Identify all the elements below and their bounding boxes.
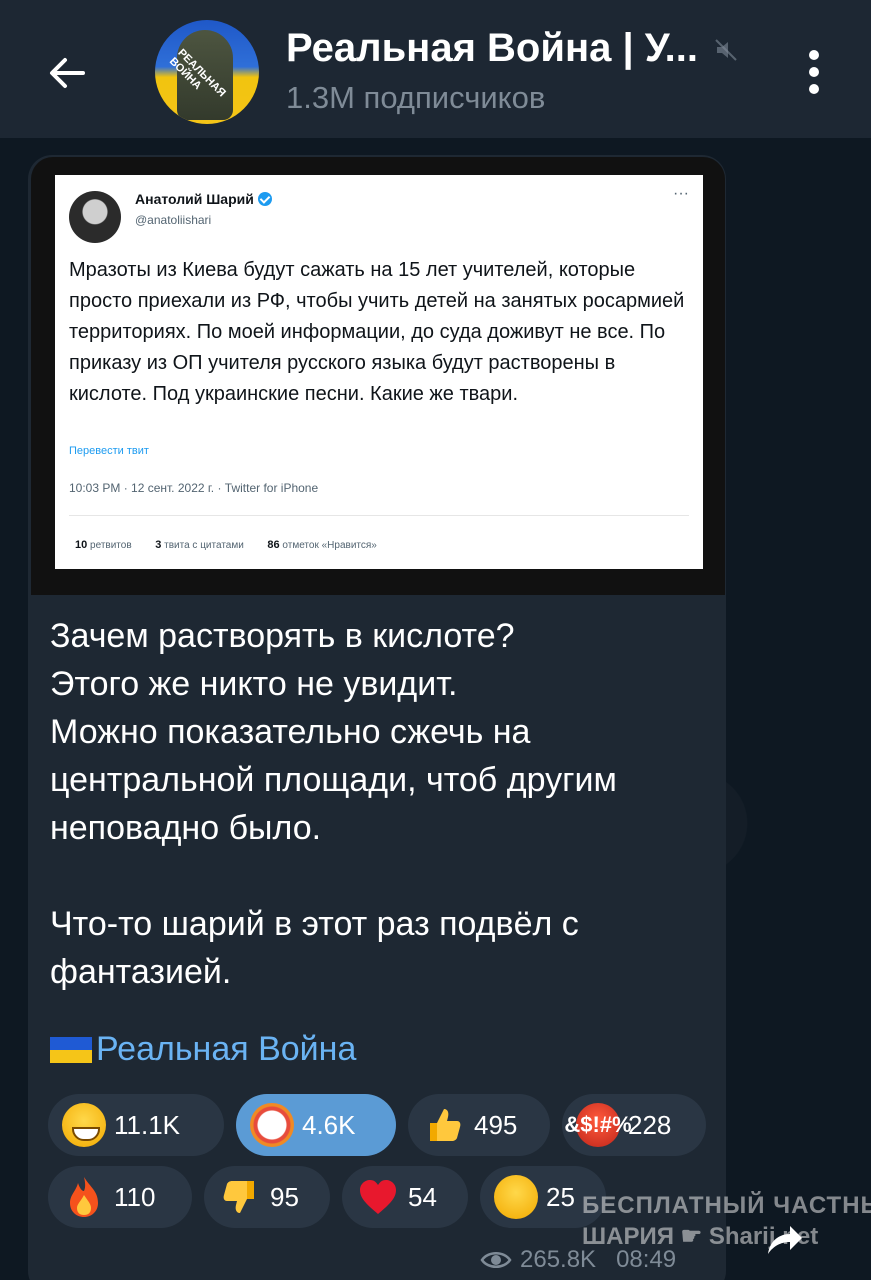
pointing-hand-icon: ☛ bbox=[680, 1223, 703, 1250]
ukraine-flag-icon bbox=[50, 1036, 92, 1063]
likes-label: отметок «Нравится» bbox=[282, 540, 377, 551]
channel-avatar[interactable]: РЕАЛЬНАЯ ВОЙНА bbox=[155, 20, 259, 124]
message-photo[interactable]: Анатолий Шарий @anatoliishari ··· Мразот… bbox=[31, 157, 725, 595]
thumbs-up-icon bbox=[422, 1103, 466, 1147]
reaction-count: 495 bbox=[474, 1109, 518, 1140]
reaction-fire[interactable]: 110 bbox=[48, 1166, 192, 1228]
reaction-heart[interactable]: 54 bbox=[342, 1166, 468, 1228]
reaction-count: 25 bbox=[546, 1181, 575, 1212]
message-text: Зачем растворять в кислоте? Этого же ник… bbox=[50, 617, 617, 991]
retweets-label: ретвитов bbox=[90, 540, 132, 551]
muted-icon bbox=[715, 39, 737, 61]
view-count: 265.8K bbox=[520, 1246, 597, 1273]
tweet-stats: 10 ретвитов 3 твита с цитатами 86 отмето… bbox=[75, 539, 377, 551]
reaction-cursing[interactable]: &$!#% 228 bbox=[562, 1094, 706, 1156]
tweet-author-handle: @anatoliishari bbox=[135, 213, 212, 227]
tweet-more-icon: ··· bbox=[673, 185, 689, 202]
reaction-count: 54 bbox=[408, 1181, 437, 1212]
channel-title[interactable]: Реальная Война | У... bbox=[286, 26, 698, 71]
reaction-count: 95 bbox=[270, 1181, 299, 1212]
back-button[interactable] bbox=[40, 46, 94, 100]
chat-header: РЕАЛЬНАЯ ВОЙНА Реальная Война | У... 1.3… bbox=[0, 0, 871, 138]
grinning-face-icon bbox=[62, 1103, 106, 1147]
dot-icon bbox=[809, 84, 819, 94]
retweets-count: 10 bbox=[75, 539, 88, 551]
tweet-author-name-text: Анатолий Шарий bbox=[135, 191, 254, 207]
crying-face-icon bbox=[494, 1175, 538, 1219]
reaction-count: 11.1K bbox=[114, 1109, 181, 1140]
reaction-count: 228 bbox=[628, 1109, 672, 1140]
dot-icon bbox=[809, 50, 819, 60]
reaction-clown[interactable]: 4.6K bbox=[236, 1094, 396, 1156]
message-footer: 265.8K 08:49 bbox=[480, 1246, 676, 1274]
reaction-grinning[interactable]: 11.1K bbox=[48, 1094, 224, 1156]
thumbs-down-icon bbox=[218, 1175, 262, 1219]
quotes-count: 3 bbox=[155, 539, 162, 551]
fire-icon bbox=[62, 1175, 106, 1219]
cursing-face-icon: &$!#% bbox=[564, 1103, 632, 1147]
tweet-text: Мразоты из Киева будут сажать на 15 лет … bbox=[69, 259, 685, 405]
eye-icon bbox=[480, 1252, 512, 1268]
reaction-count: 4.6K bbox=[302, 1109, 356, 1140]
message-time: 08:49 bbox=[616, 1246, 677, 1273]
dot-icon bbox=[809, 67, 819, 77]
clown-face-icon bbox=[250, 1103, 294, 1147]
quotes-label: твита с цитатами bbox=[164, 540, 244, 551]
reaction-count: 110 bbox=[114, 1181, 156, 1212]
share-arrow-icon[interactable] bbox=[758, 1214, 808, 1264]
channel-signature-link[interactable]: Реальная Война bbox=[50, 1030, 356, 1069]
verified-badge-icon bbox=[257, 192, 272, 206]
likes-count: 86 bbox=[267, 539, 280, 551]
watermark-line1: БЕСПЛАТНЫЙ ЧАСТНЫЙ bbox=[582, 1192, 871, 1219]
tweet-translate-link: Перевести твит bbox=[69, 445, 149, 457]
tweet-divider bbox=[69, 515, 689, 516]
tweet-author-name: Анатолий Шарий bbox=[135, 191, 272, 207]
reaction-thumbs-up[interactable]: 495 bbox=[408, 1094, 550, 1156]
reaction-thumbs-down[interactable]: 95 bbox=[204, 1166, 330, 1228]
subscriber-count: 1.3M подписчиков bbox=[286, 80, 546, 115]
more-options-button[interactable] bbox=[790, 44, 838, 100]
signature-text: Реальная Война bbox=[96, 1030, 357, 1068]
tweet-screenshot: Анатолий Шарий @anatoliishari ··· Мразот… bbox=[55, 175, 703, 569]
tweet-meta: 10:03 PM · 12 сент. 2022 г. · Twitter fo… bbox=[69, 481, 319, 495]
tweet-author-avatar bbox=[69, 191, 121, 243]
red-heart-icon bbox=[356, 1175, 400, 1219]
arrow-left-icon bbox=[50, 58, 85, 88]
